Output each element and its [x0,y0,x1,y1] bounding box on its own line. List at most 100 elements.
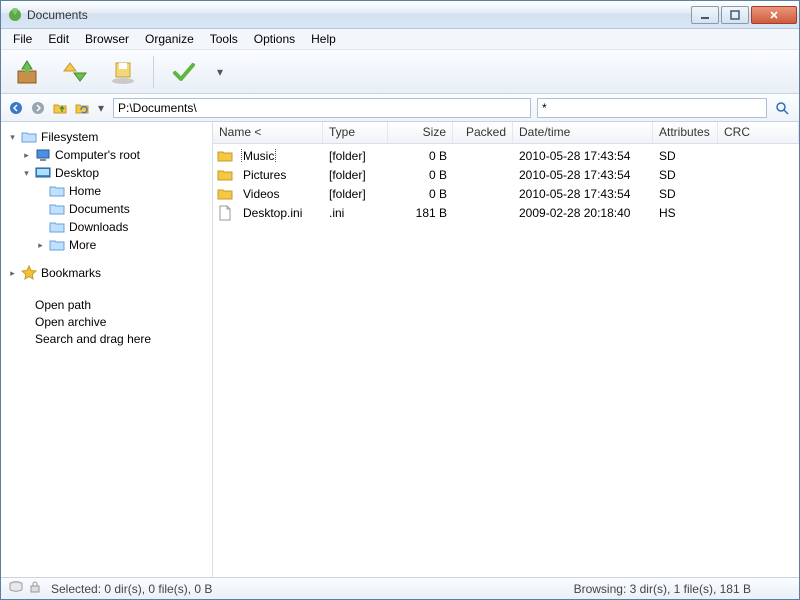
toolbar-separator [153,56,154,88]
cell-attr: SD [653,187,718,201]
cell-type: [folder] [323,149,388,163]
header-name[interactable]: Name < [213,122,323,143]
header-date[interactable]: Date/time [513,122,653,143]
computer-icon [35,147,51,163]
file-icon [217,205,233,221]
header-packed[interactable]: Packed [453,122,513,143]
header-crc[interactable]: CRC [718,122,799,143]
cell-date: 2009-02-28 20:18:40 [513,206,653,220]
app-icon [7,7,23,23]
cell-attr: HS [653,206,718,220]
save-button[interactable] [105,54,141,90]
toolbar: ▾ [1,50,799,94]
status-selected: Selected: 0 dir(s), 0 file(s), 0 B [51,582,212,596]
cell-type: .ini [323,206,388,220]
cell-size: 0 B [388,187,453,201]
status-browsing: Browsing: 3 dir(s), 1 file(s), 181 B [574,582,791,596]
close-button[interactable] [751,6,797,24]
header-type[interactable]: Type [323,122,388,143]
add-button[interactable] [57,54,93,90]
disk-icon [9,581,23,596]
path-input[interactable] [113,98,531,118]
expand-toggle-icon[interactable]: ▸ [35,240,46,251]
toolbar-dropdown[interactable]: ▾ [214,54,226,90]
folder-icon [217,186,233,202]
window-title: Documents [27,8,691,22]
nav-forward-button[interactable] [29,99,47,117]
table-row[interactable]: Music[folder]0 B2010-05-28 17:43:54SD [213,146,799,165]
statusbar: Selected: 0 dir(s), 0 file(s), 0 B Brows… [1,577,799,599]
folder-icon [217,167,233,183]
lock-icon [29,581,41,596]
cell-size: 0 B [388,149,453,163]
tree-computer-root[interactable]: ▸ Computer's root [3,146,210,164]
cell-name: Music [235,149,323,163]
folder-icon [21,129,37,145]
main-area: ▾ Filesystem ▸ Computer's root ▾ Desktop… [1,122,799,577]
menu-options[interactable]: Options [246,30,303,48]
cell-name: Videos [235,187,323,201]
nav-up-button[interactable] [51,99,69,117]
window-controls [691,6,797,24]
cell-size: 181 B [388,206,453,220]
cell-date: 2010-05-28 17:43:54 [513,187,653,201]
cell-type: [folder] [323,168,388,182]
cell-attr: SD [653,168,718,182]
expand-toggle-icon[interactable]: ▾ [21,168,32,179]
nav-history-dropdown[interactable]: ▾ [95,99,107,117]
table-row[interactable]: Videos[folder]0 B 2010-05-28 17:43:54SD [213,184,799,203]
menu-organize[interactable]: Organize [137,30,202,48]
app-window: Documents File Edit Browser Organize Too… [0,0,800,600]
tree-documents[interactable]: Documents [3,200,210,218]
sidebar-actions: Open path Open archive Search and drag h… [3,298,210,349]
folder-icon [49,219,65,235]
extract-button[interactable] [9,54,45,90]
header-size[interactable]: Size [388,122,453,143]
action-open-archive[interactable]: Open archive [35,315,210,332]
menu-edit[interactable]: Edit [40,30,77,48]
menu-file[interactable]: File [5,30,40,48]
action-search-drag[interactable]: Search and drag here [35,332,210,349]
maximize-button[interactable] [721,6,749,24]
tree-desktop[interactable]: ▾ Desktop [3,164,210,182]
table-row[interactable]: Pictures[folder]0 B2010-05-28 17:43:54SD [213,165,799,184]
file-list: Name < Type Size Packed Date/time Attrib… [213,122,799,577]
folder-icon [49,201,65,217]
nav-refresh-button[interactable] [73,99,91,117]
column-headers: Name < Type Size Packed Date/time Attrib… [213,122,799,144]
minimize-button[interactable] [691,6,719,24]
filter-input[interactable] [537,98,767,118]
tree-home[interactable]: Home [3,182,210,200]
sidebar: ▾ Filesystem ▸ Computer's root ▾ Desktop… [1,122,213,577]
menu-browser[interactable]: Browser [77,30,137,48]
folder-icon [217,148,233,164]
titlebar: Documents [1,1,799,29]
action-open-path[interactable]: Open path [35,298,210,315]
cell-type: [folder] [323,187,388,201]
tree-more[interactable]: ▸ More [3,236,210,254]
table-row[interactable]: Desktop.ini.ini181 B 2009-02-28 20:18:40H… [213,203,799,222]
folder-icon [49,183,65,199]
star-icon [21,265,37,281]
menubar: File Edit Browser Organize Tools Options… [1,29,799,50]
search-button[interactable] [771,98,793,118]
expand-toggle-icon[interactable]: ▾ [7,132,18,143]
folder-icon [49,237,65,253]
navbar: ▾ [1,94,799,122]
desktop-icon [35,165,51,181]
cell-date: 2010-05-28 17:43:54 [513,168,653,182]
file-rows: Music[folder]0 B2010-05-28 17:43:54SDPic… [213,144,799,577]
tree-filesystem[interactable]: ▾ Filesystem [3,128,210,146]
tree-bookmarks[interactable]: ▸ Bookmarks [3,264,210,282]
expand-toggle-icon[interactable]: ▸ [7,268,18,279]
cell-size: 0 B [388,168,453,182]
cell-date: 2010-05-28 17:43:54 [513,149,653,163]
test-button[interactable] [166,54,202,90]
tree-downloads[interactable]: Downloads [3,218,210,236]
expand-toggle-icon[interactable]: ▸ [21,150,32,161]
header-attributes[interactable]: Attributes [653,122,718,143]
cell-name: Desktop.ini [235,206,323,220]
nav-back-button[interactable] [7,99,25,117]
menu-help[interactable]: Help [303,30,344,48]
menu-tools[interactable]: Tools [202,30,246,48]
